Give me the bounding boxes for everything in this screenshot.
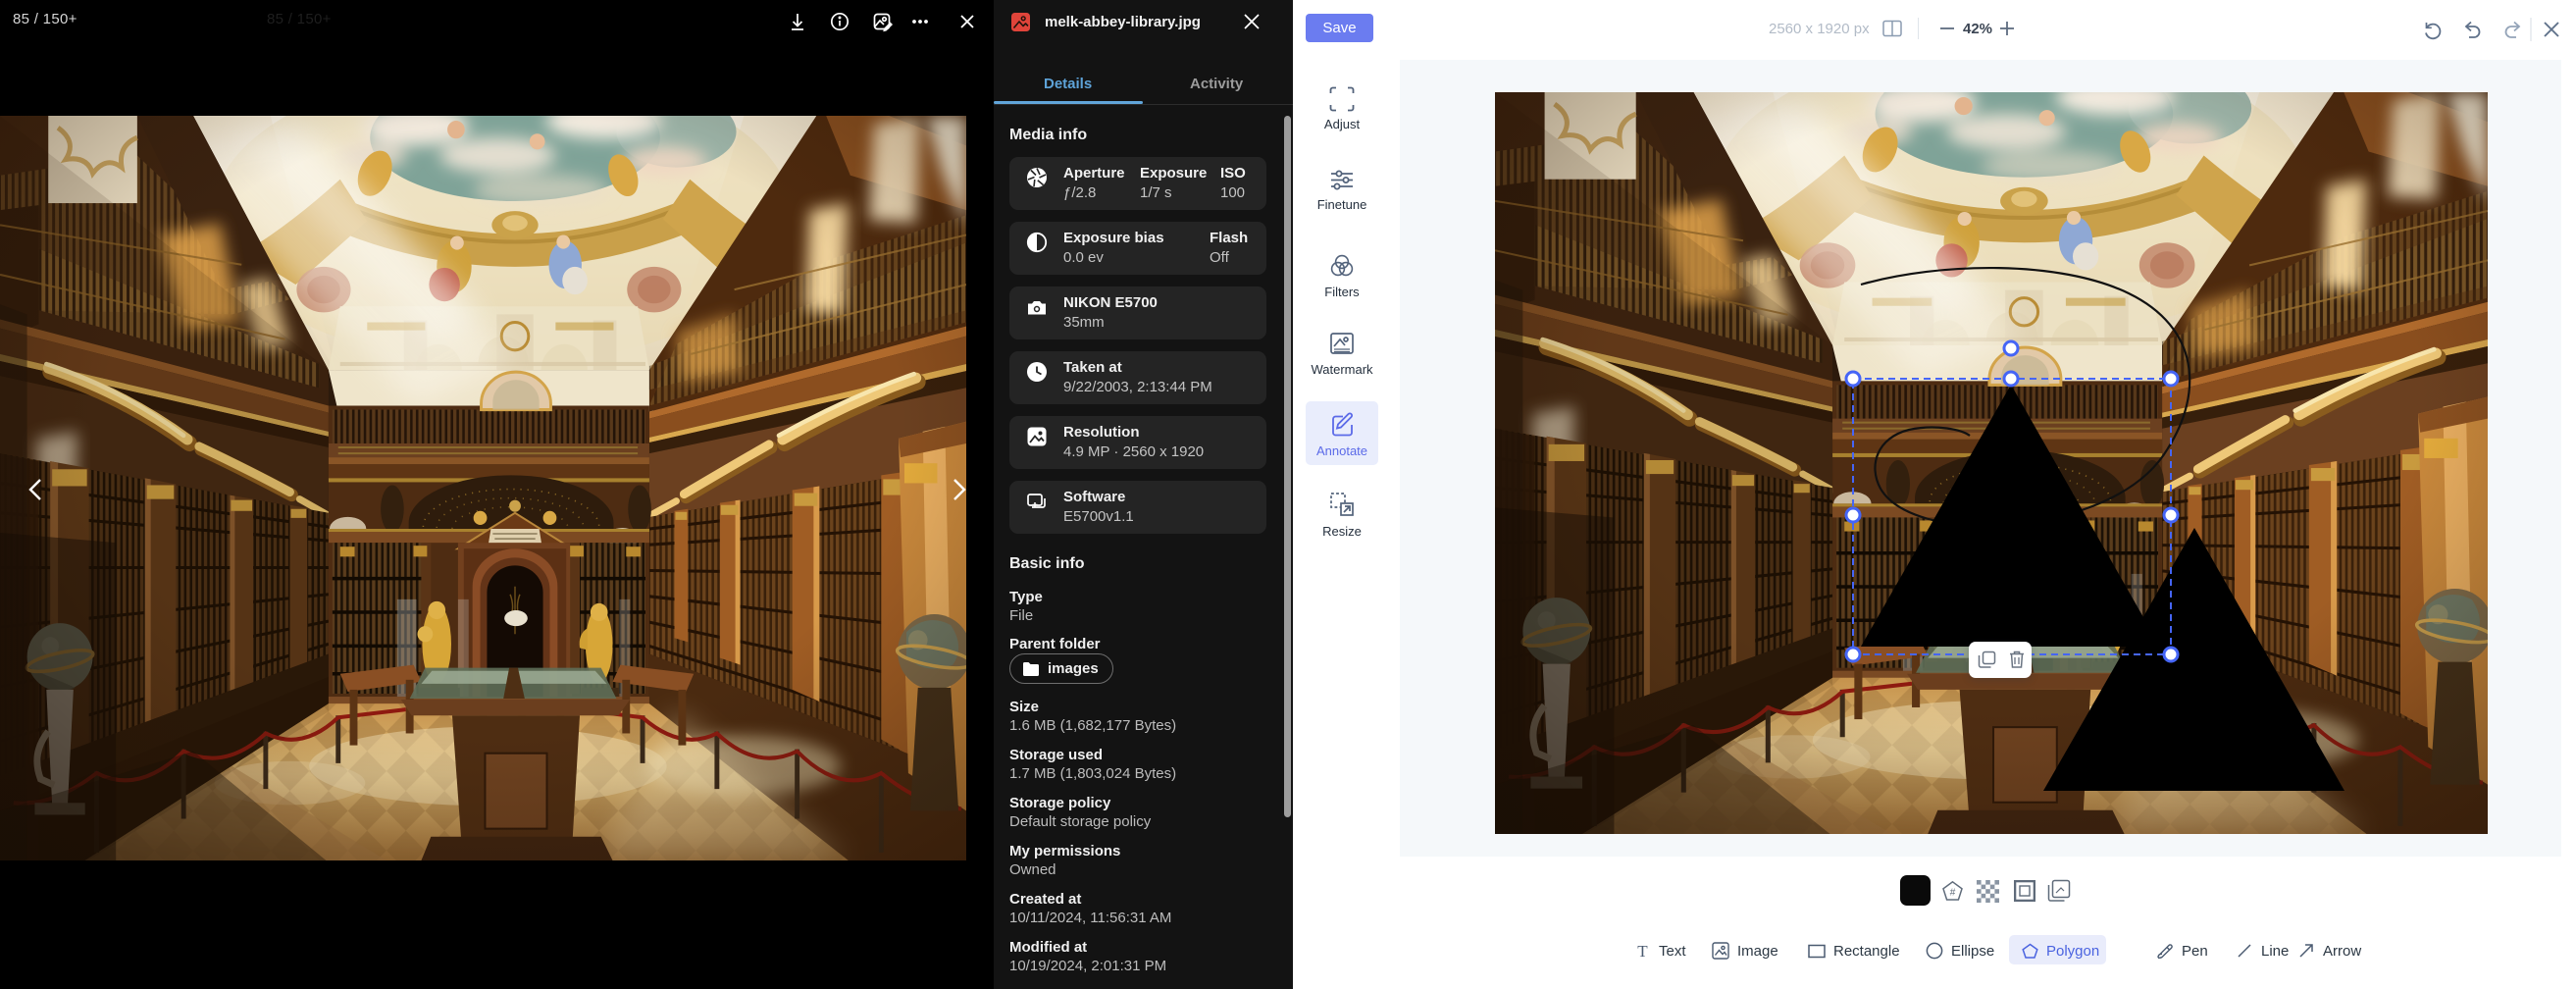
svg-text:T: T [1637, 943, 1648, 960]
svg-text:#: # [1950, 888, 1956, 899]
